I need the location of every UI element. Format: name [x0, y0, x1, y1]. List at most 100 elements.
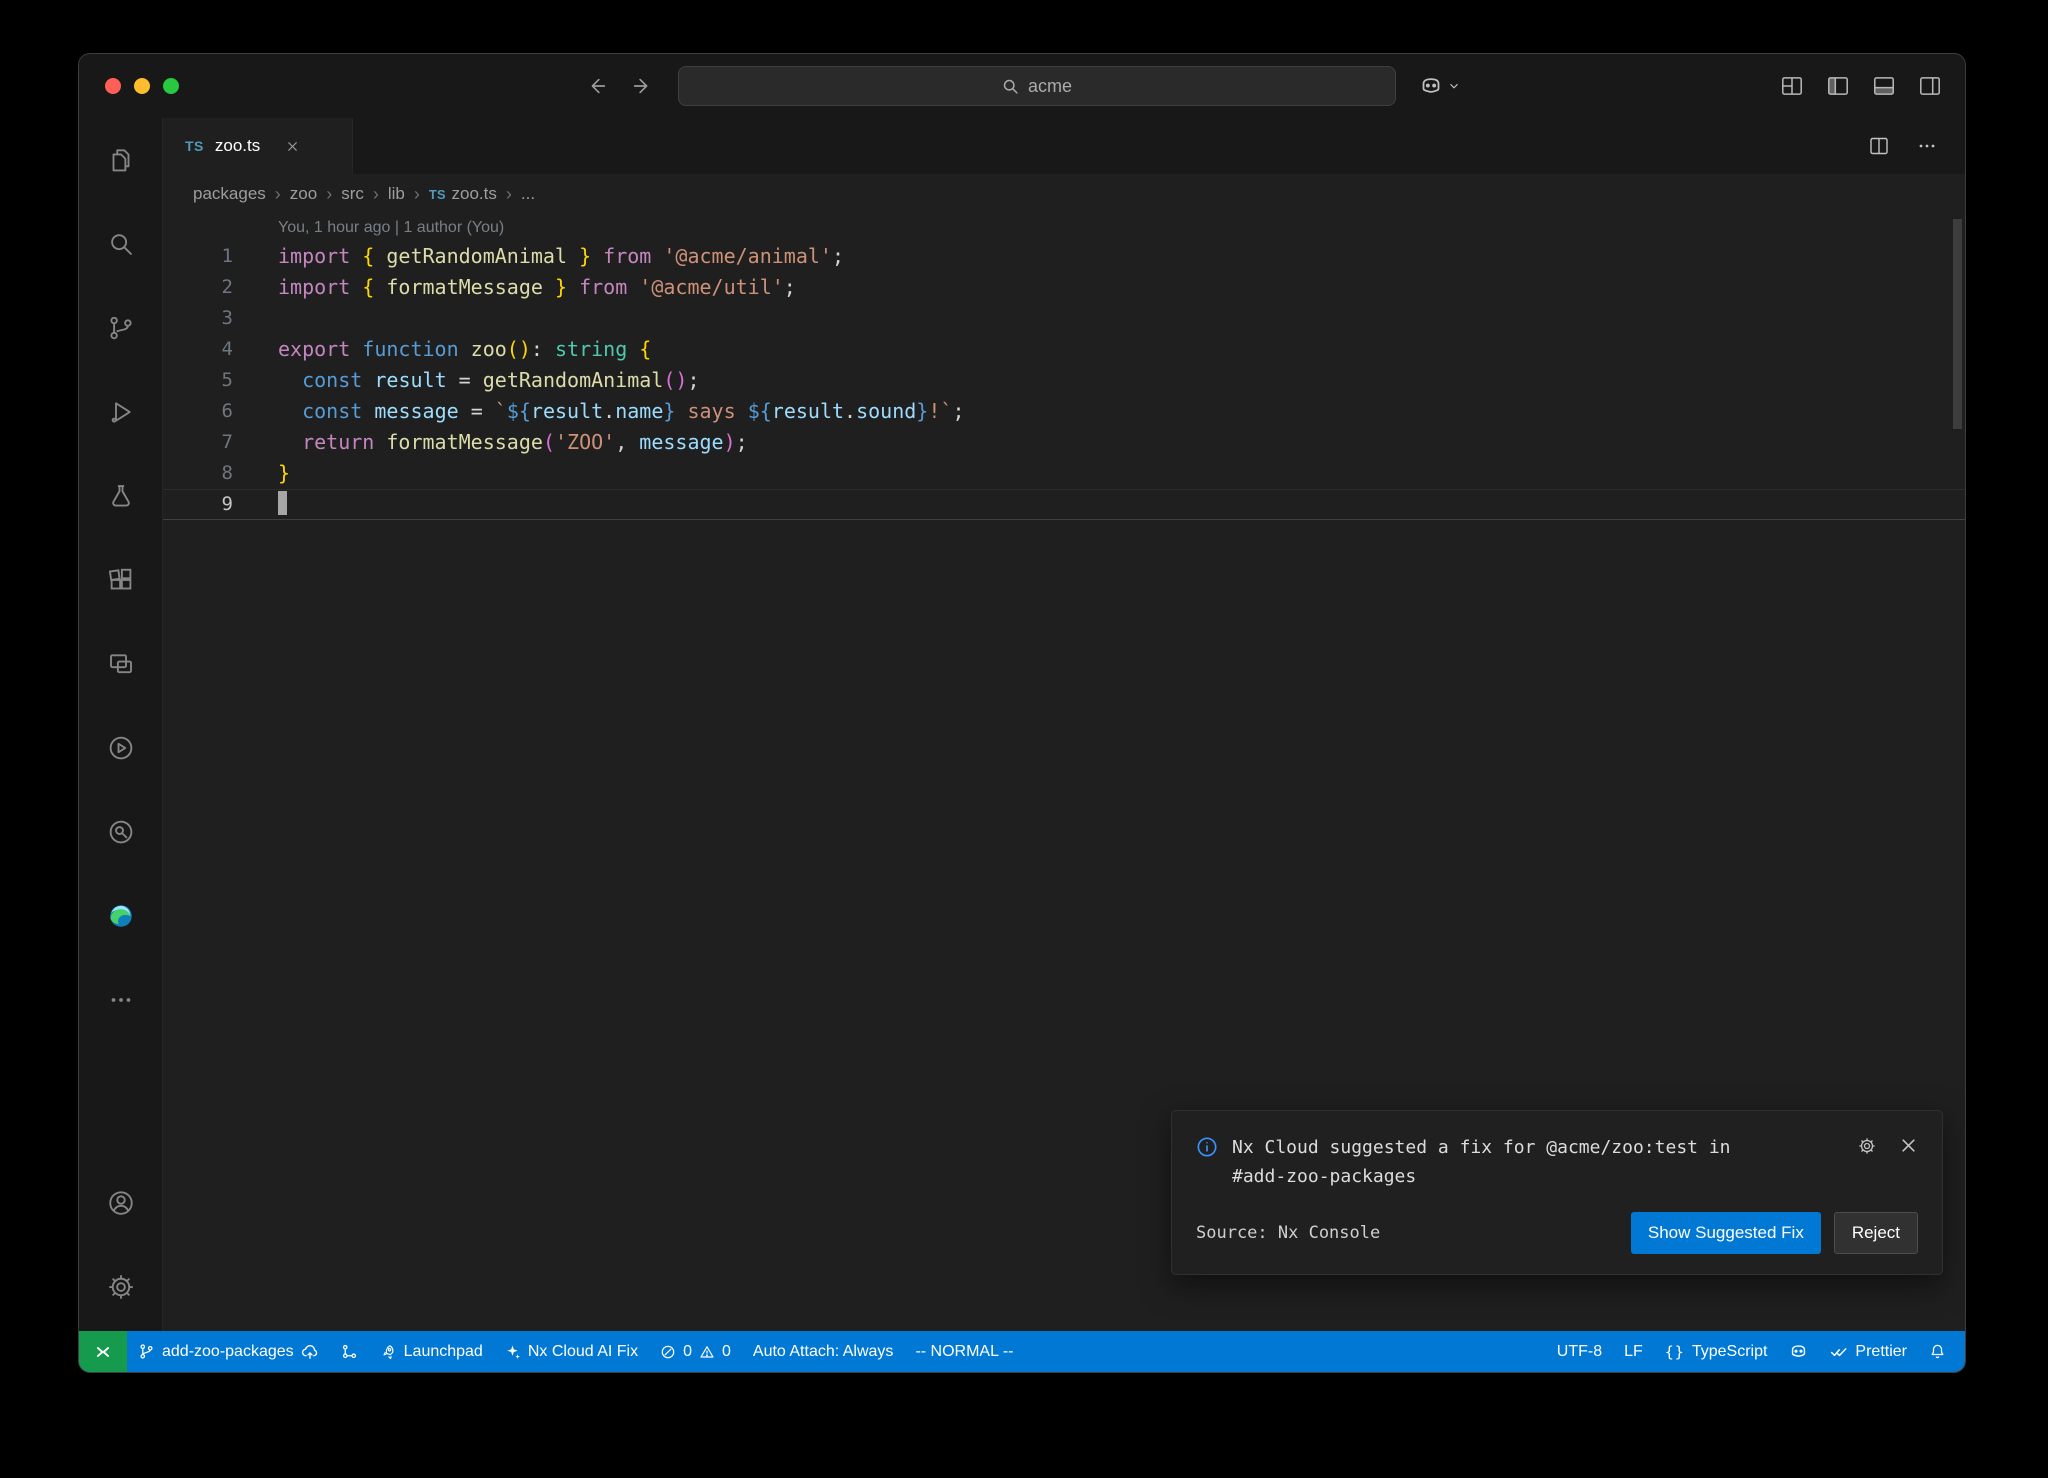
code-line-2[interactable]: 2import { formatMessage } from '@acme/ut… — [163, 272, 1965, 303]
customize-layout-icon[interactable] — [1779, 73, 1805, 99]
chevron-right-icon: › — [274, 184, 282, 205]
notification-toast: Nx Cloud suggested a fix for @acme/zoo:t… — [1171, 1110, 1943, 1275]
breadcrumb-item[interactable]: packages — [193, 184, 266, 204]
breadcrumb-item[interactable]: zoo — [290, 184, 317, 204]
auto-attach-item[interactable]: Auto Attach: Always — [742, 1331, 905, 1372]
tab-bar: TS zoo.ts — [163, 118, 1965, 174]
chevron-right-icon: › — [372, 184, 380, 205]
vim-mode-item[interactable]: -- NORMAL -- — [904, 1331, 1024, 1372]
code-line-4[interactable]: 4export function zoo(): string { — [163, 334, 1965, 365]
search-view-icon[interactable] — [79, 202, 163, 286]
inspect-icon[interactable] — [79, 790, 163, 874]
line-number: 6 — [163, 396, 233, 427]
more-views-icon[interactable] — [79, 958, 163, 1042]
vscode-window: acme — [78, 53, 1966, 1373]
status-label: -- NORMAL -- — [915, 1343, 1013, 1361]
breadcrumb-item[interactable]: TSzoo.ts — [429, 184, 497, 204]
titlebar: acme — [79, 54, 1965, 118]
notification-settings-gear-icon[interactable] — [1857, 1136, 1877, 1156]
run-debug-icon[interactable] — [79, 370, 163, 454]
remote-indicator[interactable] — [79, 1331, 127, 1372]
status-label: Nx Cloud AI Fix — [528, 1343, 638, 1361]
source-control-icon[interactable] — [79, 286, 163, 370]
search-value: acme — [1028, 76, 1072, 97]
chevron-right-icon: › — [413, 184, 421, 205]
git-graph-item[interactable] — [330, 1331, 369, 1372]
close-tab-icon[interactable] — [285, 139, 300, 154]
toggle-secondary-sidebar-icon[interactable] — [1917, 73, 1943, 99]
notification-close-icon[interactable] — [1899, 1136, 1918, 1155]
code-line-9[interactable]: 9 — [163, 489, 1965, 520]
close-window-button[interactable] — [105, 78, 121, 94]
remote-icon — [94, 1343, 112, 1361]
chevron-right-icon: › — [505, 184, 513, 205]
gitlens-blame-annotation: You, 1 hour ago | 1 author (You) — [163, 214, 1965, 241]
search-icon — [1002, 78, 1019, 95]
edge-browser-icon[interactable] — [79, 874, 163, 958]
cloud-upload-icon — [301, 1343, 319, 1361]
status-label: Launchpad — [404, 1343, 483, 1361]
code-line-7[interactable]: 7 return formatMessage('ZOO', message); — [163, 427, 1965, 458]
eol-item[interactable]: LF — [1613, 1331, 1654, 1372]
breadcrumb-item[interactable]: lib — [388, 184, 405, 204]
line-number: 1 — [163, 241, 233, 272]
error-icon — [660, 1344, 676, 1360]
breadcrumb-item[interactable]: ... — [521, 184, 535, 204]
ts-file-icon: TS — [429, 187, 446, 202]
code-line-8[interactable]: 8} — [163, 458, 1965, 489]
branch-icon — [138, 1343, 155, 1360]
editor-scrollbar[interactable] — [1953, 219, 1962, 429]
prettier-item[interactable]: Prettier — [1819, 1331, 1918, 1372]
zoom-window-button[interactable] — [163, 78, 179, 94]
graph-icon — [341, 1343, 358, 1360]
code-line-3[interactable]: 3 — [163, 303, 1965, 334]
warning-icon — [699, 1344, 715, 1360]
minimize-window-button[interactable] — [134, 78, 150, 94]
testing-icon[interactable] — [79, 454, 163, 538]
reject-button[interactable]: Reject — [1834, 1212, 1918, 1254]
copilot-icon — [1419, 74, 1443, 98]
language-item[interactable]: {}TypeScript — [1654, 1331, 1779, 1372]
remote-explorer-icon[interactable] — [79, 622, 163, 706]
launchpad-item[interactable]: Launchpad — [369, 1331, 494, 1372]
text-cursor — [278, 491, 287, 515]
status-label: Auto Attach: Always — [753, 1343, 894, 1361]
code-line-5[interactable]: 5 const result = getRandomAnimal(); — [163, 365, 1965, 396]
branch-item[interactable]: add-zoo-packages — [127, 1331, 330, 1372]
notifications-item[interactable] — [1918, 1331, 1957, 1372]
arrow-right-icon — [631, 75, 653, 97]
nx-cloud-ai-fix-item[interactable]: Nx Cloud AI Fix — [494, 1331, 649, 1372]
encoding-item[interactable]: UTF-8 — [1546, 1331, 1613, 1372]
editor-more-actions-icon[interactable] — [1915, 134, 1939, 158]
toggle-primary-sidebar-icon[interactable] — [1825, 73, 1851, 99]
status-label: 0 — [722, 1343, 731, 1361]
command-center-search[interactable]: acme — [678, 66, 1396, 106]
show-suggested-fix-button[interactable]: Show Suggested Fix — [1631, 1212, 1821, 1254]
settings-gear-icon[interactable] — [79, 1245, 163, 1329]
activity-bar — [79, 118, 163, 1331]
split-editor-icon[interactable] — [1867, 134, 1891, 158]
toggle-panel-icon[interactable] — [1871, 73, 1897, 99]
explorer-icon[interactable] — [79, 118, 163, 202]
code-line-6[interactable]: 6 const message = `${result.name} says $… — [163, 396, 1965, 427]
editor[interactable]: You, 1 hour ago | 1 author (You) 1import… — [163, 214, 1965, 1331]
line-number: 5 — [163, 365, 233, 396]
circle-play-icon[interactable] — [79, 706, 163, 790]
window-controls — [105, 54, 179, 118]
double-check-icon — [1830, 1343, 1848, 1361]
copilot-menu-button[interactable] — [1419, 68, 1461, 104]
copilot-item[interactable] — [1778, 1331, 1819, 1372]
tab-zoo-ts[interactable]: TS zoo.ts — [163, 118, 353, 174]
status-label: LF — [1624, 1343, 1643, 1361]
navigate-forward-button[interactable] — [624, 68, 660, 104]
account-icon[interactable] — [79, 1161, 163, 1245]
problems-item[interactable]: 00 — [649, 1331, 742, 1372]
navigate-back-button[interactable] — [579, 68, 615, 104]
notification-source: Source: Nx Console — [1196, 1223, 1380, 1243]
code-line-1[interactable]: 1import { getRandomAnimal } from '@acme/… — [163, 241, 1965, 272]
notification-message: Nx Cloud suggested a fix for @acme/zoo:t… — [1232, 1133, 1762, 1192]
code-lines: 1import { getRandomAnimal } from '@acme/… — [163, 241, 1965, 520]
extensions-icon[interactable] — [79, 538, 163, 622]
breadcrumb-item[interactable]: src — [341, 184, 364, 204]
ts-file-icon: TS — [185, 138, 204, 154]
